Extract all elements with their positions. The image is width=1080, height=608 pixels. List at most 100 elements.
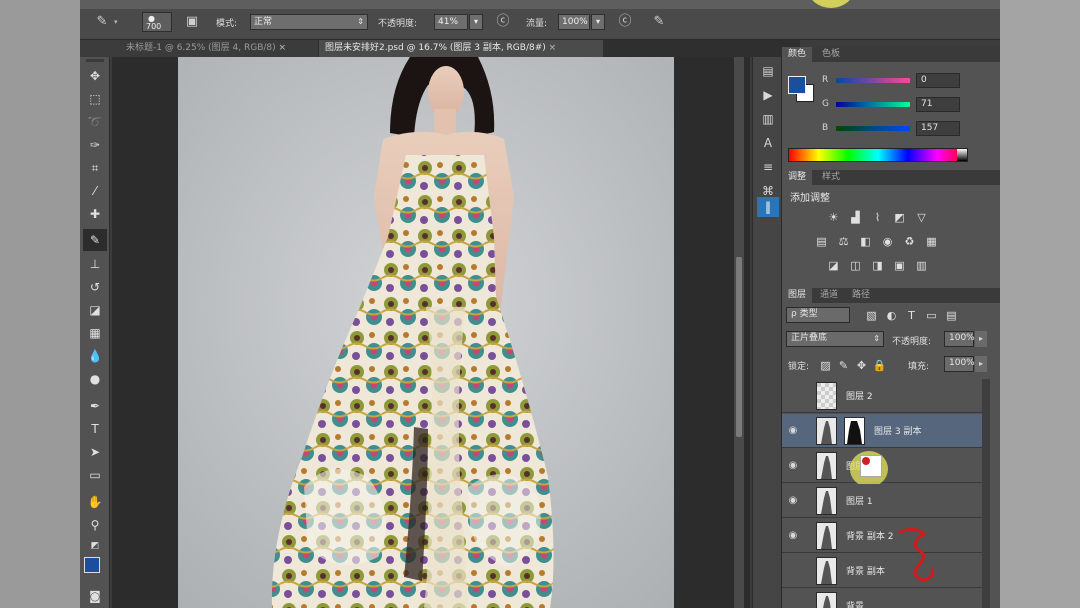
actions-panel-icon[interactable]: ▶ [757, 85, 779, 105]
fill-slider-arrow-icon[interactable]: ▸ [975, 356, 987, 372]
curves-icon[interactable]: ⌇ [870, 211, 885, 224]
eye-icon[interactable]: ◉ [786, 424, 800, 438]
tab-styles[interactable]: 样式 [816, 170, 846, 185]
posterize-icon[interactable]: ◫ [848, 259, 863, 272]
clone-stamp-tool-icon[interactable]: ⊥ [83, 253, 107, 275]
channel-mixer-icon[interactable]: ♻ [902, 235, 917, 248]
crop-tool-icon[interactable]: ⌗ [83, 157, 107, 179]
layer-row[interactable]: ● 背景 副本 [782, 527, 982, 588]
selective-color-icon[interactable]: ▣ [892, 259, 907, 272]
gradient-tool-icon[interactable]: ▦ [83, 322, 107, 344]
pressure-size-icon[interactable]: ✎ [650, 15, 668, 29]
character-panel-icon[interactable]: A [757, 133, 779, 153]
color-lookup-icon[interactable]: ▦ [924, 235, 939, 248]
tab-swatches[interactable]: 色板 [816, 47, 846, 62]
blur-tool-icon[interactable]: 💧 [83, 345, 107, 367]
color-foreground-swatch[interactable] [788, 76, 806, 94]
dodge-tool-icon[interactable]: ● [83, 368, 107, 390]
path-selection-tool-icon[interactable]: ➤ [83, 441, 107, 463]
airbrush-icon[interactable]: ⓒ [616, 15, 634, 29]
lock-all-icon[interactable]: 🔒 [872, 359, 887, 372]
black-white-icon[interactable]: ◧ [858, 235, 873, 248]
pen-tool-icon[interactable]: ✒ [83, 395, 107, 417]
quick-mask-icon[interactable]: ◙ [83, 585, 107, 607]
visibility-toggle[interactable]: ● [786, 564, 800, 578]
visibility-toggle[interactable]: ● [786, 389, 800, 403]
brush-preset-icon[interactable]: ✎ [94, 15, 110, 29]
move-tool-icon[interactable]: ✥ [83, 65, 107, 87]
exposure-icon[interactable]: ◩ [892, 211, 907, 224]
invert-icon[interactable]: ◪ [826, 259, 841, 272]
photo-filter-icon[interactable]: ◉ [880, 235, 895, 248]
gradient-map-icon[interactable]: ▥ [914, 259, 929, 272]
visibility-toggle[interactable]: ● [786, 599, 800, 608]
canvas-document[interactable] [178, 57, 674, 608]
flow-dropdown-icon[interactable]: ▾ [591, 14, 605, 30]
channel-g-field[interactable]: 71 [916, 97, 960, 112]
toolbar-grip[interactable] [86, 59, 104, 62]
layer-row[interactable]: ● 背景 [782, 589, 982, 608]
layer-row[interactable]: ◉ 图层 1 [782, 484, 982, 518]
rectangle-tool-icon[interactable]: ▭ [83, 464, 107, 486]
layer-row[interactable]: ◉ 图层 [782, 449, 982, 487]
levels-icon[interactable]: ▟ [848, 211, 863, 224]
tab-active-document[interactable]: 图层未安排好2.psd @ 16.7% (图层 3 副本, RGB/8#) × [319, 40, 603, 57]
channel-r-field[interactable]: 0 [916, 73, 960, 88]
eye-icon[interactable]: ◉ [786, 494, 800, 508]
quick-selection-tool-icon[interactable]: ✑ [83, 134, 107, 156]
eye-icon[interactable]: ◉ [786, 459, 800, 473]
marquee-tool-icon[interactable]: ⬚ [83, 88, 107, 110]
clone-source-panel-icon[interactable]: ‖ [757, 197, 779, 217]
layer-row[interactable]: ● 图层 2 [782, 379, 982, 413]
channel-r-slider[interactable] [836, 78, 910, 83]
spectrum-black-white[interactable] [957, 149, 967, 161]
hue-saturation-icon[interactable]: ▤ [814, 235, 829, 248]
filter-type-icon[interactable]: T [904, 309, 919, 322]
opacity-dropdown-icon[interactable]: ▾ [469, 14, 483, 30]
filter-shape-icon[interactable]: ▭ [924, 309, 939, 322]
tab-untitled-1[interactable]: 未标题-1 @ 6.25% (图层 4, RGB/8) × [120, 40, 318, 57]
hand-tool-icon[interactable]: ✋ [83, 491, 107, 513]
tab-channels[interactable]: 通道 [814, 288, 844, 303]
close-icon[interactable]: × [549, 43, 557, 53]
channel-g-slider[interactable] [836, 102, 910, 107]
brush-panel-toggle-icon[interactable]: ▣ [184, 15, 200, 29]
history-panel-icon[interactable]: ▤ [757, 61, 779, 81]
lasso-tool-icon[interactable]: ➰ [83, 111, 107, 133]
healing-brush-tool-icon[interactable]: ✚ [83, 203, 107, 225]
lock-pixels-icon[interactable]: ✎ [836, 359, 851, 372]
channel-b-slider[interactable] [836, 126, 910, 131]
history-brush-tool-icon[interactable]: ↺ [83, 276, 107, 298]
color-spectrum-bar[interactable] [788, 148, 968, 162]
preset-dropdown-arrow-icon[interactable]: ▾ [114, 18, 118, 26]
tab-adjustments[interactable]: 调整 [782, 170, 813, 185]
close-icon[interactable]: × [279, 43, 287, 53]
layers-scrollbar[interactable] [982, 379, 990, 608]
tab-layers[interactable]: 图层 [782, 288, 813, 303]
vibrance-icon[interactable]: ▽ [914, 211, 929, 224]
filter-adjustment-icon[interactable]: ◐ [884, 309, 899, 322]
canvas-vertical-scrollbar[interactable] [734, 57, 744, 608]
lock-transparent-icon[interactable]: ▨ [818, 359, 833, 372]
layer-row[interactable]: ◉ 背景 副本 2 [782, 519, 982, 553]
pressure-opacity-icon[interactable]: ⓒ [494, 15, 512, 29]
eraser-tool-icon[interactable]: ◪ [83, 299, 107, 321]
tab-color[interactable]: 颜色 [782, 47, 813, 62]
threshold-icon[interactable]: ◨ [870, 259, 885, 272]
tab-paths[interactable]: 路径 [846, 288, 876, 303]
eyedropper-tool-icon[interactable]: ⁄ [83, 180, 107, 202]
brush-presets-panel-icon[interactable]: ≡ [757, 157, 779, 177]
layer-kind-filter[interactable]: ρ 类型 [786, 307, 850, 323]
lock-position-icon[interactable]: ✥ [854, 359, 869, 372]
filter-pixel-icon[interactable]: ▧ [864, 309, 879, 322]
opacity-field[interactable]: 41% [434, 14, 468, 30]
scrollbar-thumb[interactable] [736, 257, 742, 437]
mode-select[interactable]: 正常 ⇕ [250, 14, 368, 30]
properties-panel-icon[interactable]: ▥ [757, 109, 779, 129]
layer-row-selected[interactable]: ◉ 图层 3 副本 [782, 414, 982, 448]
zoom-tool-icon[interactable]: ⚲ [83, 514, 107, 536]
flow-field[interactable]: 100% [558, 14, 590, 30]
filter-smart-object-icon[interactable]: ▤ [944, 309, 959, 322]
blend-mode-select[interactable]: 正片叠底 ⇕ [786, 331, 884, 347]
channel-b-field[interactable]: 157 [916, 121, 960, 136]
